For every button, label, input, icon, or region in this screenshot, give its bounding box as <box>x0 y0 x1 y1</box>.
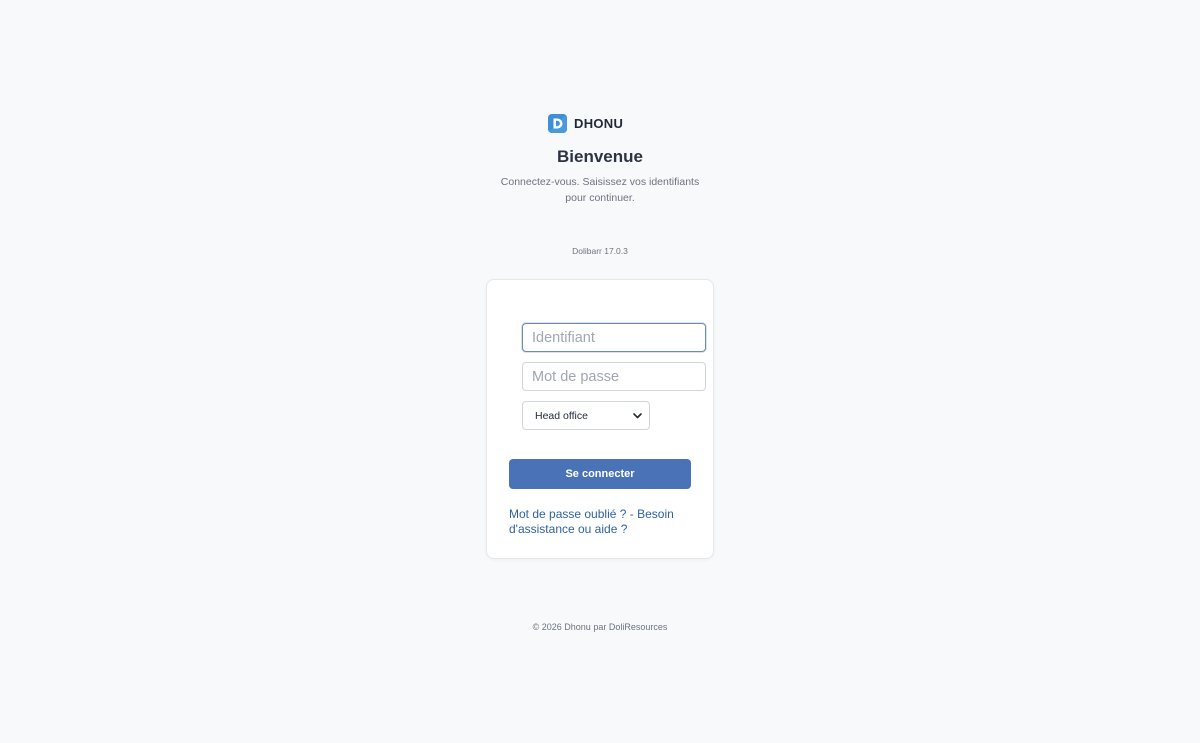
login-card: Head office Se connecter Mot de passe ou… <box>486 279 714 559</box>
login-page: DHONU Bienvenue Connectez-vous. Saisisse… <box>0 0 1200 743</box>
entity-select-value: Head office <box>535 409 588 422</box>
password-input[interactable] <box>522 362 706 391</box>
help-links: Mot de passe oublié ? - Besoin d'assista… <box>509 507 679 537</box>
dhonu-logo-icon <box>548 113 567 133</box>
chevron-down-icon <box>633 412 642 418</box>
brand-name: DHONU <box>574 115 624 131</box>
version-label: Dolibarr 17.0.3 <box>572 246 628 256</box>
page-subtitle: Connectez-vous. Saisissez vos identifian… <box>500 176 700 204</box>
forgot-password-link[interactable]: Mot de passe oublié ? <box>509 507 626 521</box>
username-input[interactable] <box>522 323 706 352</box>
brand: DHONU <box>548 113 623 133</box>
entity-select[interactable]: Head office <box>522 401 650 430</box>
link-separator: - <box>629 507 634 521</box>
footer-copyright: © 2026 Dhonu par DoliResources <box>532 622 668 632</box>
page-title: Bienvenue <box>557 147 643 166</box>
login-button[interactable]: Se connecter <box>509 459 691 489</box>
